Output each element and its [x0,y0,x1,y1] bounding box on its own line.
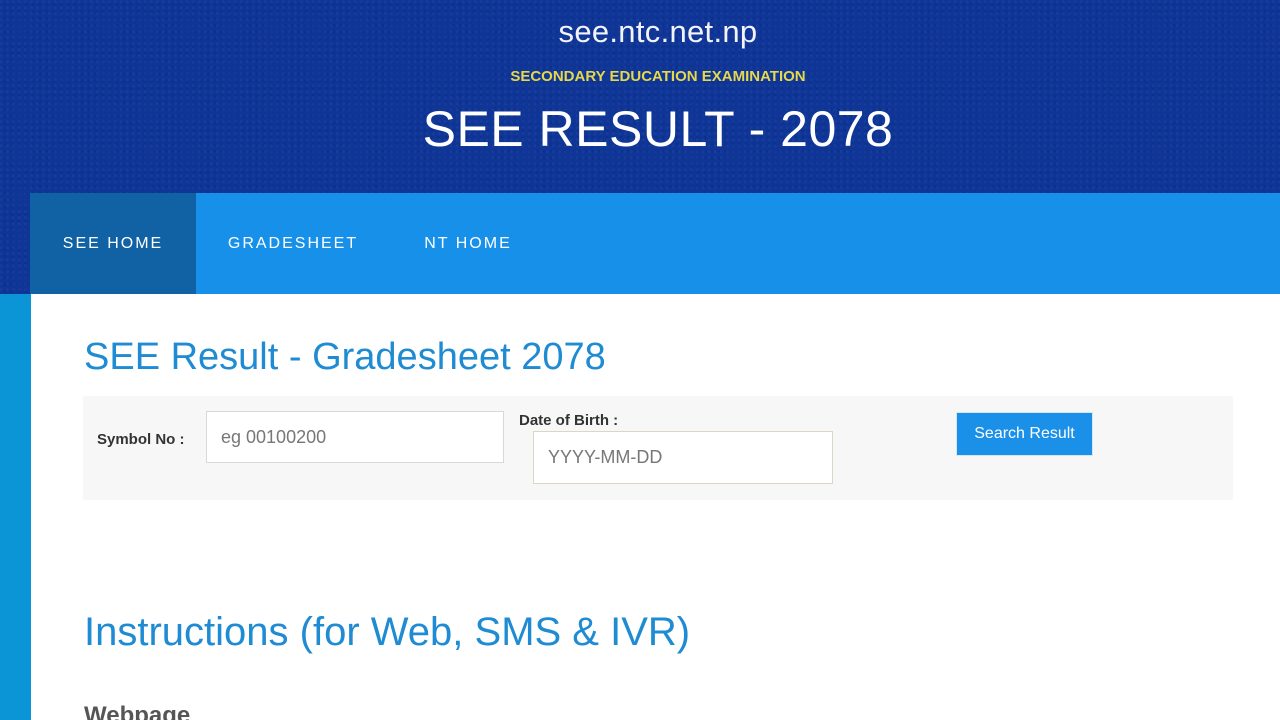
nav-item-nt-home[interactable]: NT HOME [390,193,546,294]
symbol-no-input[interactable] [206,411,504,463]
main-nav: SEE HOME GRADESHEET NT HOME [30,193,1280,294]
nav-item-see-home[interactable]: SEE HOME [30,193,196,294]
page-title: SEE RESULT - 2078 [422,101,894,157]
gradesheet-heading: SEE Result - Gradesheet 2078 [84,336,606,378]
result-search-form: Symbol No : Date of Birth : Search Resul… [83,396,1233,500]
site-header: see.ntc.net.np SECONDARY EDUCATION EXAMI… [0,0,1280,193]
dob-label: Date of Birth : [519,412,619,429]
instructions-heading: Instructions (for Web, SMS & IVR) [84,610,691,654]
left-accent-strip [0,294,31,720]
nav-item-gradesheet[interactable]: GRADESHEET [196,193,390,294]
webpage-heading: Webpage [84,702,191,720]
dob-input[interactable] [533,431,833,484]
exam-subtitle: SECONDARY EDUCATION EXAMINATION [510,68,806,85]
main-content: SEE Result - Gradesheet 2078 Symbol No :… [31,294,1280,720]
site-url: see.ntc.net.np [558,14,758,49]
search-result-button[interactable]: Search Result [956,412,1093,456]
symbol-no-label: Symbol No : [97,431,185,448]
